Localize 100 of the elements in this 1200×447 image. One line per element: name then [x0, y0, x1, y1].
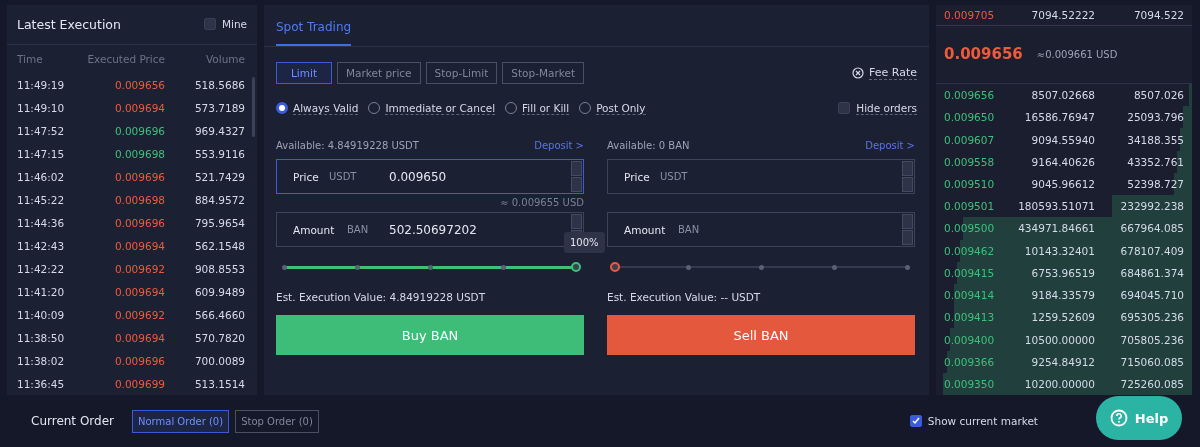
table-cell: 11:47:52: [17, 124, 65, 137]
table-cell: 9094.55940: [1031, 133, 1095, 146]
order-tab[interactable]: Normal Order (0): [132, 409, 230, 433]
table-cell: 10500.00000: [1024, 333, 1095, 346]
table-cell: 678107.409: [1120, 244, 1184, 257]
table-cell: 908.8553: [194, 262, 245, 275]
table-cell: 0.009694: [114, 285, 165, 298]
table-cell: 0.009510: [944, 178, 995, 190]
table-cell: 0.009705: [944, 8, 995, 21]
order-type-tab[interactable]: Stop-Limit: [425, 62, 498, 84]
increment-button[interactable]: [902, 161, 913, 176]
table-cell: 9045.96612: [1031, 178, 1095, 190]
fee-rate-link[interactable]: Fee Rate: [869, 66, 917, 80]
table-cell: 11:42:22: [17, 262, 65, 275]
table-cell: 725260.085: [1120, 377, 1184, 390]
table-cell: 715060.085: [1120, 355, 1184, 368]
table-cell: 0.009696: [114, 170, 165, 183]
table-cell: 0.009692: [114, 262, 165, 275]
table-cell: 0.009607: [944, 133, 995, 146]
table-cell: 25093.796: [1127, 111, 1184, 124]
table-cell: 695305.236: [1120, 311, 1184, 324]
estimated-value: Est. Execution Value: 4.84919228 USDT: [276, 291, 486, 303]
percent-tooltip: 100%: [564, 232, 605, 253]
table-cell: 11:40:09: [17, 308, 65, 321]
increment-button[interactable]: [902, 214, 913, 229]
scrollbar: [252, 77, 255, 137]
table-cell: 0.009694: [114, 101, 165, 114]
checkbox-label: Hide orders: [856, 101, 917, 115]
table-cell: 11:36:45: [17, 377, 65, 390]
table-cell: 609.9489: [194, 285, 245, 298]
table-cell: 11:49:10: [17, 101, 65, 114]
available-balance: Available: 0 BAN: [607, 139, 690, 151]
table-cell: 0.009698: [114, 147, 165, 160]
table-cell: 11:49:19: [17, 78, 65, 91]
table-cell: 10200.00000: [1024, 377, 1095, 390]
table-cell: 0.009415: [944, 266, 995, 279]
deposit-link[interactable]: Deposit >: [865, 139, 915, 151]
table-cell: 700.0089: [194, 354, 245, 367]
slider-thumb[interactable]: [610, 262, 620, 272]
table-cell: 8507.02668: [1031, 89, 1095, 102]
table-cell: 1259.52609: [1031, 311, 1095, 324]
column-header: Time: [17, 52, 43, 65]
decrement-button[interactable]: [571, 177, 582, 192]
order-type-tab[interactable]: Limit: [276, 62, 332, 84]
help-icon: [1109, 409, 1128, 427]
table-cell: 0.009558: [944, 155, 995, 168]
table-cell: 562.1548: [194, 239, 245, 252]
panel-title: Latest Execution: [17, 16, 121, 32]
table-cell: 553.9116: [194, 147, 245, 160]
order-tab[interactable]: Stop Order (0): [235, 409, 319, 433]
price-field[interactable]: Price USDT 0.009650: [276, 159, 584, 194]
table-cell: 11:46:02: [17, 170, 65, 183]
table-cell: 0.009699: [114, 377, 165, 390]
increment-button[interactable]: [571, 161, 582, 176]
radio-label: Always Valid: [293, 101, 359, 115]
table-cell: 10143.32401: [1024, 244, 1095, 257]
table-cell: 0.009656: [114, 78, 165, 91]
table-cell: 9164.40626: [1031, 155, 1095, 168]
table-cell: 11:38:02: [17, 354, 65, 367]
table-cell: 11:44:36: [17, 216, 65, 229]
hide-orders-checkbox[interactable]: [838, 102, 851, 114]
slider-thumb[interactable]: [571, 262, 581, 272]
table-cell: 16586.76947: [1024, 111, 1095, 124]
estimated-value: Est. Execution Value: -- USDT: [607, 291, 761, 303]
last-price: 0.009656: [944, 45, 1023, 64]
available-balance: Available: 4.84919228 USDT: [276, 139, 419, 151]
table-cell: 0.009413: [944, 311, 995, 324]
sell-button[interactable]: Sell BAN: [607, 315, 915, 355]
radio-label: Immediate or Cancel: [385, 101, 496, 115]
table-cell: 8507.026: [1133, 89, 1184, 102]
buy-button[interactable]: Buy BAN: [276, 315, 584, 355]
column-header: Executed Price: [87, 52, 165, 65]
table-cell: 0.009501: [944, 200, 995, 213]
price-field[interactable]: Price USDT: [607, 159, 915, 194]
increment-button[interactable]: [571, 214, 582, 229]
table-cell: 34188.355: [1127, 133, 1184, 146]
radio-button[interactable]: [276, 102, 288, 114]
table-cell: 11:41:20: [17, 285, 65, 298]
checkbox-label: Mine: [221, 18, 247, 31]
amount-field[interactable]: Amount BAN: [607, 212, 915, 247]
deposit-link[interactable]: Deposit >: [534, 139, 584, 151]
tab[interactable]: Spot Trading: [276, 20, 352, 46]
table-cell: 573.7189: [194, 101, 245, 114]
decrement-button[interactable]: [902, 230, 913, 245]
help-button[interactable]: Help: [1096, 396, 1182, 440]
mine-checkbox[interactable]: [203, 18, 216, 31]
table-cell: 0.009400: [944, 333, 995, 346]
order-type-tab[interactable]: Stop-Market: [502, 62, 585, 84]
table-cell: 11:42:43: [17, 239, 65, 252]
table-cell: 0.009696: [114, 354, 165, 367]
section-title: Current Order: [31, 414, 114, 428]
column-header: Volume: [205, 52, 245, 65]
table-cell: 521.7429: [194, 170, 245, 183]
order-type-tab[interactable]: Market price: [337, 62, 421, 84]
table-cell: 11:47:15: [17, 147, 65, 160]
show-market-checkbox[interactable]: [909, 415, 922, 427]
table-cell: 7094.522: [1133, 8, 1184, 21]
table-cell: 705805.236: [1120, 333, 1184, 346]
table-cell: 884.9572: [194, 193, 245, 206]
decrement-button[interactable]: [902, 177, 913, 192]
